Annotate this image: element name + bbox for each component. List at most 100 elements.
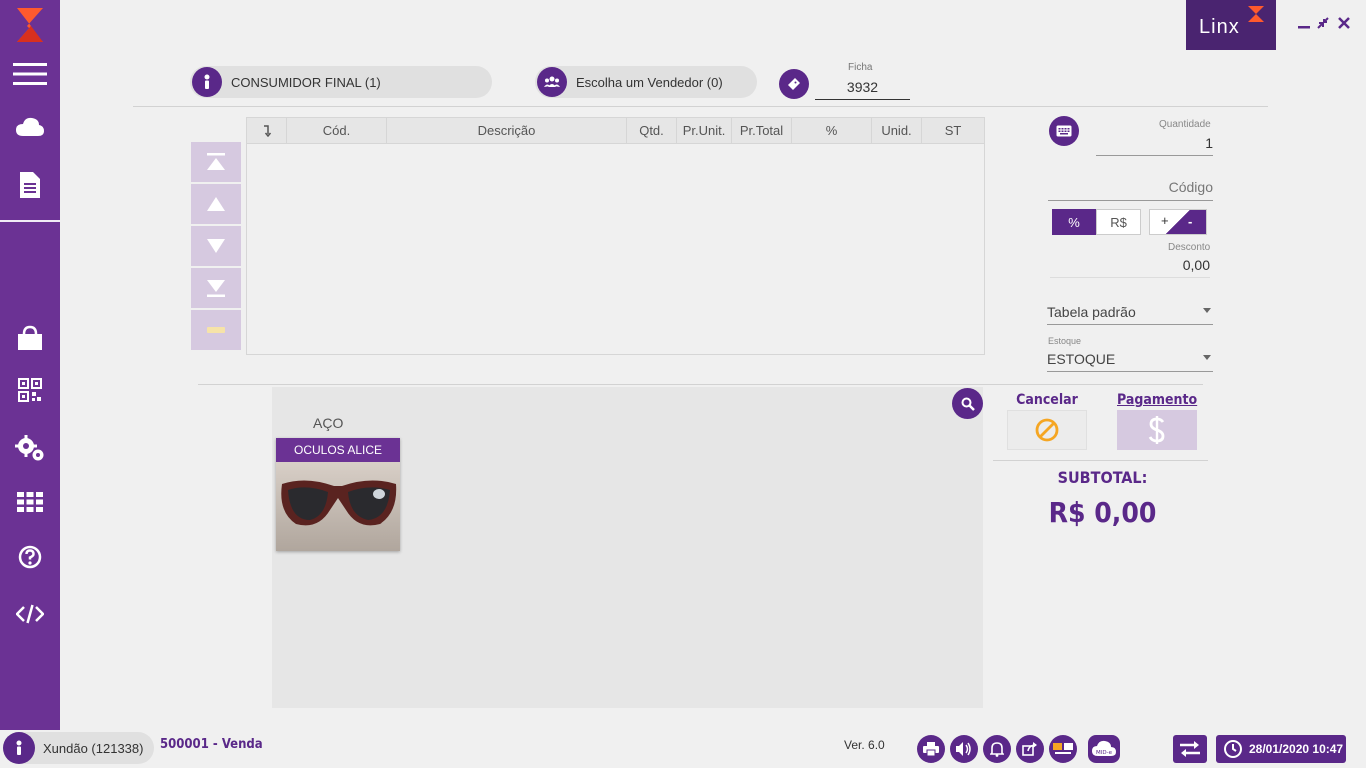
minus-label: - [1188,214,1193,229]
column-sort-icon[interactable] [247,118,287,143]
linx-logo: Linx [1186,0,1276,50]
column-header-pr-unit[interactable]: Pr.Unit. [677,118,732,143]
column-header-unid[interactable]: Unid. [872,118,922,143]
ticket-icon[interactable] [779,69,809,99]
mid-e-cloud-icon[interactable]: MID-e [1088,735,1120,763]
column-header-cod[interactable]: Cód. [287,118,387,143]
estoque-select[interactable]: ESTOQUE [1047,347,1213,372]
version-label: Ver. 6.0 [844,738,885,752]
actions-divider [993,460,1208,461]
dual-monitor-icon[interactable] [1049,735,1077,763]
cloud-icon[interactable] [0,107,60,147]
column-header-percent[interactable]: % [792,118,872,143]
desconto-label: Desconto [1168,242,1211,253]
minimize-icon[interactable] [1297,16,1311,30]
product-card[interactable]: OCULOS ALICE [276,438,400,551]
payment-label: Pagamento [1117,392,1198,408]
items-table: Cód. Descrição Qtd. Pr.Unit. Pr.Total % … [246,117,985,355]
payment-button[interactable] [1117,410,1197,450]
search-icon[interactable] [952,388,983,419]
app-logo-icon [0,4,60,46]
remove-item-button[interactable] [191,310,241,350]
share-icon[interactable] [1016,735,1044,763]
volume-icon[interactable] [950,735,978,763]
tabela-value: Tabela padrão [1047,304,1136,320]
swap-arrows-icon [1180,741,1200,757]
discount-currency-button[interactable]: R$ [1096,209,1141,235]
previous-row-button[interactable] [191,184,241,224]
qr-code-icon[interactable] [0,370,60,410]
desconto-value: 0,00 [1182,257,1210,273]
document-icon[interactable] [0,165,60,205]
percent-label: % [1068,214,1080,230]
restore-icon[interactable] [1316,16,1330,30]
quantidade-label: Quantidade [1159,119,1211,130]
plus-minus-toggle[interactable]: + - [1149,209,1207,235]
product-image [276,462,400,551]
seller-selector[interactable]: Escolha um Vendedor (0) [535,66,757,98]
settings-gears-icon[interactable] [0,428,60,468]
codigo-placeholder: Código [1168,179,1213,195]
person-icon [3,732,35,764]
clock-icon [1224,740,1242,758]
column-header-st[interactable]: ST [922,118,984,143]
codigo-field[interactable]: Código [1048,175,1213,201]
ficha-value: 3932 [846,79,879,95]
chevron-down-icon [1203,308,1211,313]
tabela-select[interactable]: Tabela padrão [1047,300,1213,325]
linx-logo-text: Linx [1199,16,1240,38]
shopping-bag-icon[interactable] [0,318,60,358]
subtotal-value: R$ 0,00 [1048,496,1157,529]
bell-icon[interactable] [983,735,1011,763]
first-row-button[interactable] [191,142,241,182]
customer-selector[interactable]: CONSUMIDOR FINAL (1) [190,66,492,98]
header-divider [133,106,1268,107]
help-icon[interactable] [0,537,60,577]
person-icon [192,67,222,97]
quantidade-field[interactable]: 1 [1096,130,1213,156]
switch-button[interactable] [1173,735,1207,763]
column-header-descricao[interactable]: Descrição [387,118,627,143]
user-badge[interactable]: Xundão (121338) [3,732,154,764]
keyboard-icon[interactable] [1049,116,1079,146]
quantidade-value: 1 [1205,135,1213,151]
grid-apps-icon[interactable] [0,482,60,522]
svg-text:MID-e: MID-e [1096,750,1113,756]
column-header-qtd[interactable]: Qtd. [627,118,677,143]
cancel-label: Cancelar [1016,392,1078,408]
sidebar-divider [0,220,60,222]
plus-label: + [1161,213,1169,228]
product-card-title: OCULOS ALICE [276,438,400,462]
cancel-button[interactable] [1007,410,1087,450]
customer-label: CONSUMIDOR FINAL (1) [231,74,381,90]
subtotal-label: SUBTOTAL: [1057,468,1148,487]
next-row-button[interactable] [191,226,241,266]
product-group-label[interactable]: AÇO [313,415,343,431]
section-divider [198,384,1203,385]
user-label: Xundão (121338) [43,740,144,756]
terminal-label: 500001 - Venda [160,737,263,752]
seller-label: Escolha um Vendedor (0) [576,74,723,90]
discount-percent-button[interactable]: % [1052,209,1096,235]
ficha-label: Ficha [848,62,873,73]
chevron-down-icon [1203,355,1211,360]
group-icon [537,67,567,97]
estoque-label: Estoque [1048,336,1082,346]
desconto-field[interactable]: 0,00 [1050,254,1210,278]
datetime-badge[interactable]: 28/01/2020 10:47 [1216,735,1346,763]
column-header-pr-total[interactable]: Pr.Total [732,118,792,143]
estoque-value: ESTOQUE [1047,351,1116,367]
cancel-icon [1035,418,1059,442]
code-icon[interactable] [0,594,60,634]
datetime-label: 28/01/2020 10:47 [1249,742,1344,756]
ficha-field[interactable]: 3932 [815,75,910,100]
items-table-header: Cód. Descrição Qtd. Pr.Unit. Pr.Total % … [247,118,984,144]
close-icon[interactable] [1337,16,1351,30]
currency-label: R$ [1110,214,1127,230]
last-row-button[interactable] [191,268,241,308]
menu-icon[interactable] [0,54,60,94]
dollar-icon [1148,416,1165,444]
printer-icon[interactable] [917,735,945,763]
product-grid: AÇO OCULOS ALICE [272,387,983,708]
sidebar [0,0,60,730]
